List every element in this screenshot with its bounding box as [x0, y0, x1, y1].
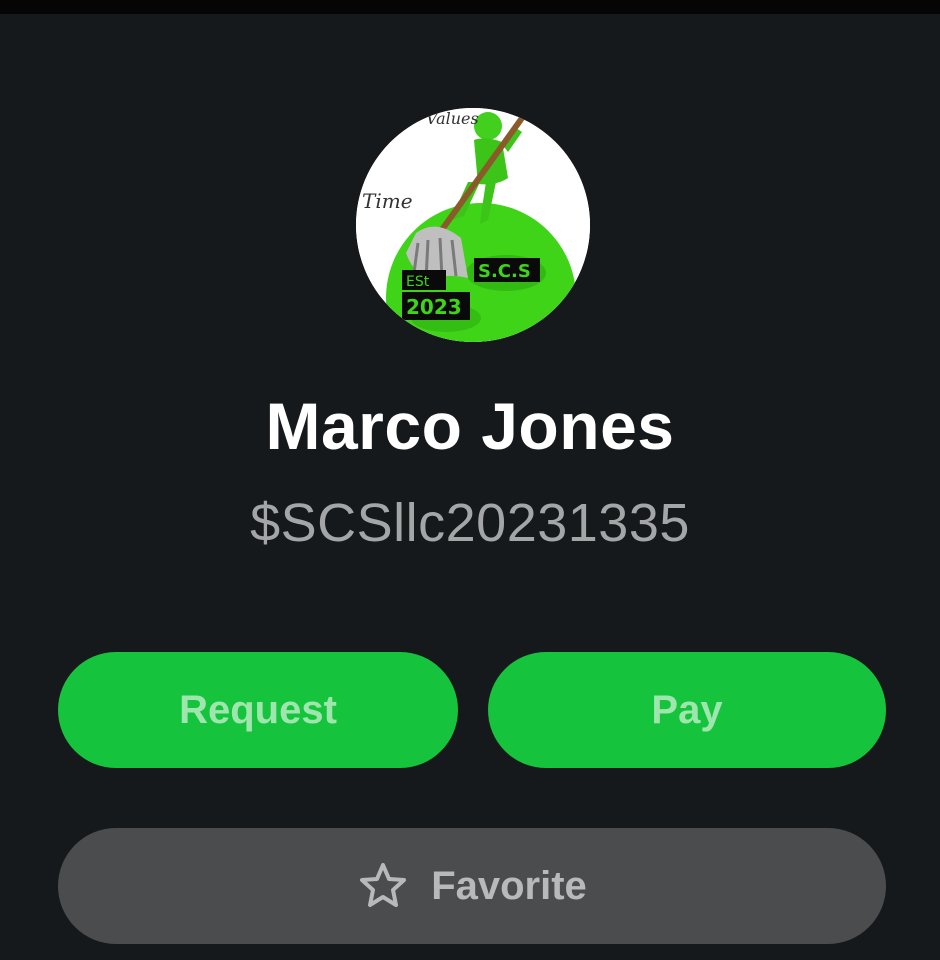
request-button-label: Request	[179, 687, 337, 732]
profile-name: Marco Jones	[265, 389, 675, 463]
pay-button-label: Pay	[651, 687, 723, 732]
status-bar	[0, 0, 940, 14]
request-button[interactable]: Request	[58, 652, 458, 768]
star-outline-icon	[357, 861, 409, 911]
avatar: Values Time S.C.S ESt 2023	[356, 108, 590, 342]
svg-text:2023: 2023	[406, 295, 462, 319]
pay-button[interactable]: Pay	[488, 652, 886, 768]
cleaning-mascot-logo-icon: Values Time S.C.S ESt 2023	[356, 108, 590, 342]
svg-text:ESt: ESt	[406, 274, 430, 290]
favorite-button[interactable]: Favorite	[58, 828, 886, 944]
svg-text:S.C.S: S.C.S	[478, 261, 531, 282]
svg-text:Time: Time	[362, 189, 413, 213]
favorite-button-label: Favorite	[431, 863, 587, 908]
cashtag: $SCSllc20231335	[250, 493, 690, 553]
